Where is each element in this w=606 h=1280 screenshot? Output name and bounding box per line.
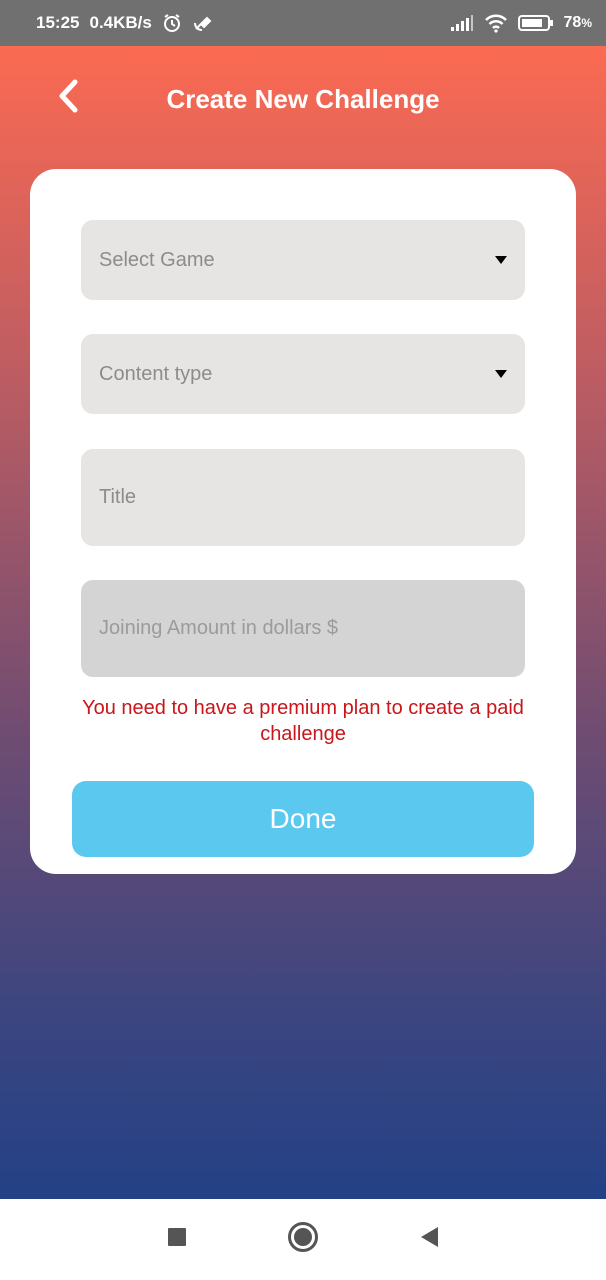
battery-icon	[517, 13, 554, 33]
app-screen: Create New Challenge Select Game Content…	[0, 46, 606, 1199]
status-time: 15:25	[36, 13, 80, 32]
header: Create New Challenge	[0, 46, 606, 156]
challenge-form-card: Select Game Content type Title Joining A…	[30, 169, 576, 874]
joining-amount-input: Joining Amount in dollars $	[81, 580, 525, 677]
recents-square-icon	[167, 1227, 187, 1252]
select-game-placeholder: Select Game	[99, 248, 215, 271]
home-circle-icon	[287, 1221, 319, 1258]
dropdown-caret-icon	[495, 370, 507, 378]
satellite-icon	[192, 13, 214, 33]
status-bar-right: 78%	[450, 13, 592, 33]
status-bar: 15:25 0.4KB/s 78%	[0, 0, 606, 46]
status-bar-left: 15:25 0.4KB/s	[36, 13, 214, 33]
status-net-speed: 0.4KB/s	[89, 13, 152, 32]
joining-amount-placeholder: Joining Amount in dollars $	[99, 617, 339, 639]
back-triangle-icon	[419, 1226, 439, 1253]
recents-button[interactable]	[160, 1223, 194, 1257]
wifi-icon	[484, 13, 508, 33]
title-input[interactable]: Title	[81, 449, 525, 546]
home-button[interactable]	[286, 1221, 320, 1258]
content-type-placeholder: Content type	[99, 362, 213, 385]
signal-icon	[450, 14, 474, 32]
done-button[interactable]: Done	[72, 781, 534, 857]
alarm-icon	[162, 13, 182, 33]
dropdown-caret-icon	[495, 256, 507, 264]
select-game-dropdown[interactable]: Select Game	[81, 220, 525, 300]
content-type-dropdown[interactable]: Content type	[81, 334, 525, 414]
page-title: Create New Challenge	[166, 84, 440, 114]
navigation-bar	[0, 1199, 606, 1280]
premium-warning-text: You need to have a premium plan to creat…	[82, 697, 524, 745]
system-back-button[interactable]	[412, 1223, 446, 1257]
battery-percent: 78%	[563, 14, 592, 31]
title-placeholder: Title	[99, 486, 137, 508]
